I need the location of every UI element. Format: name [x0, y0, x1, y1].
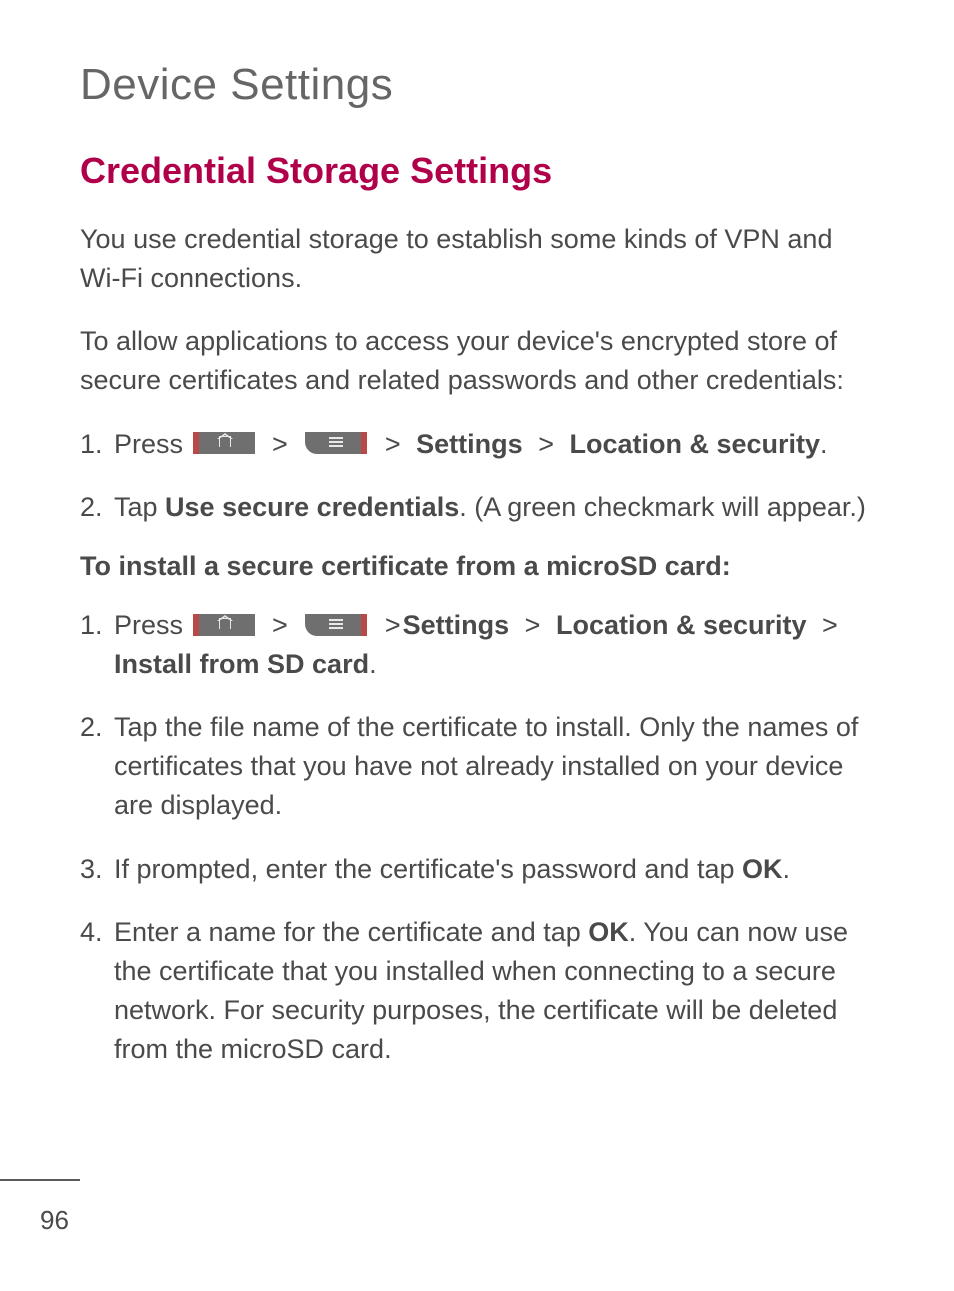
- step-number: 2.: [80, 488, 114, 527]
- menu-key-icon: [305, 614, 367, 636]
- text: .: [783, 854, 791, 884]
- menu-path-settings: Settings: [403, 610, 510, 640]
- text: .: [820, 429, 828, 459]
- step-b1: 1. Press > >Settings > Location & securi…: [80, 606, 874, 684]
- text: Enter a name for the certificate and tap: [114, 917, 588, 947]
- menu-path-settings: Settings: [416, 429, 523, 459]
- step-b3: 3. If prompted, enter the certificate's …: [80, 850, 874, 889]
- footer-rule: [0, 1179, 80, 1181]
- intro-paragraph-1: You use credential storage to establish …: [80, 220, 874, 298]
- text: If prompted, enter the certificate's pas…: [114, 854, 742, 884]
- step-content: If prompted, enter the certificate's pas…: [114, 850, 874, 889]
- step-b2: 2. Tap the file name of the certificate …: [80, 708, 874, 825]
- intro-paragraph-2: To allow applications to access your dev…: [80, 322, 874, 400]
- menu-path-location-security: Location & security: [556, 610, 807, 640]
- step-number: 2.: [80, 708, 114, 825]
- step-number: 1.: [80, 425, 114, 464]
- step-b4: 4. Enter a name for the certificate and …: [80, 913, 874, 1070]
- step-content: Press > >Settings > Location & security …: [114, 606, 874, 684]
- menu-path-install-from-sd: Install from SD card: [114, 649, 369, 679]
- step-content: Enter a name for the certificate and tap…: [114, 913, 874, 1070]
- breadcrumb-separator: >: [272, 425, 288, 464]
- section-heading: Credential Storage Settings: [80, 150, 874, 192]
- menu-key-icon: [305, 432, 367, 454]
- text: Press: [114, 429, 191, 459]
- step-a2: 2. Tap Use secure credentials. (A green …: [80, 488, 874, 527]
- step-content: Tap Use secure credentials. (A green che…: [114, 488, 874, 527]
- sub-heading: To install a secure certificate from a m…: [80, 551, 874, 582]
- home-key-icon: [193, 614, 255, 636]
- breadcrumb-separator: >: [272, 606, 288, 645]
- breadcrumb-separator: >: [538, 425, 554, 464]
- step-number: 1.: [80, 606, 114, 684]
- menu-path-location-security: Location & security: [569, 429, 820, 459]
- page-number: 96: [40, 1205, 69, 1236]
- step-content: Tap the file name of the certificate to …: [114, 708, 874, 825]
- breadcrumb-separator: >: [385, 425, 401, 464]
- breadcrumb-separator: >: [822, 606, 838, 645]
- button-ok: OK: [588, 917, 629, 947]
- text: Press: [114, 610, 191, 640]
- step-number: 3.: [80, 850, 114, 889]
- home-key-icon: [193, 432, 255, 454]
- step-a1: 1. Press > > Settings > Location & secur…: [80, 425, 874, 464]
- text: .: [369, 649, 377, 679]
- option-use-secure-credentials: Use secure credentials: [165, 492, 459, 522]
- page-title: Device Settings: [80, 60, 874, 110]
- button-ok: OK: [742, 854, 783, 884]
- manual-page: Device Settings Credential Storage Setti…: [0, 0, 954, 1291]
- breadcrumb-separator: >: [385, 606, 401, 645]
- step-number: 4.: [80, 913, 114, 1070]
- step-content: Press > > Settings > Location & security…: [114, 425, 874, 464]
- text: Tap: [114, 492, 165, 522]
- text: . (A green checkmark will appear.): [459, 492, 866, 522]
- breadcrumb-separator: >: [525, 606, 541, 645]
